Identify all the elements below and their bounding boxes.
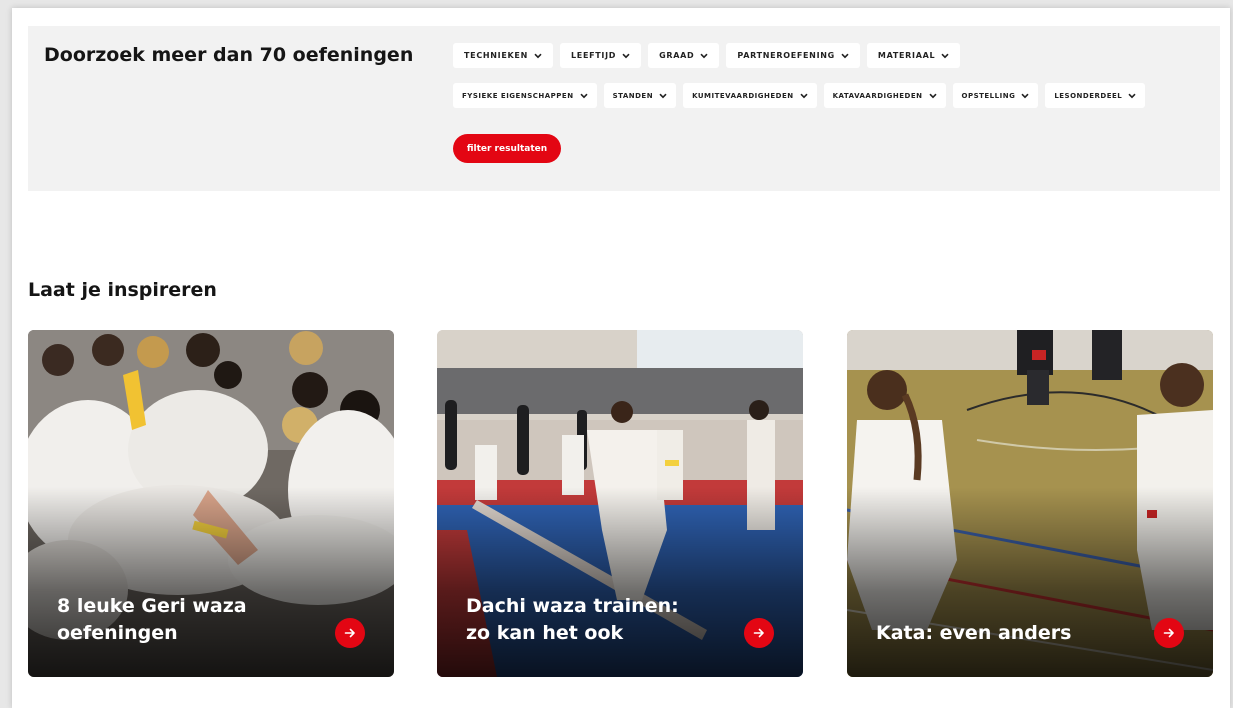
chevron-down-icon	[928, 93, 937, 98]
filter-dropdown-katavaardigheden[interactable]: KATAVAARDIGHEDEN	[823, 83, 946, 108]
chevron-down-icon	[941, 53, 949, 58]
arrow-right-icon[interactable]	[1154, 618, 1184, 648]
filter-dropdown-lesonderdeel[interactable]: LESONDERDEEL	[1045, 83, 1146, 108]
card-shade	[847, 487, 1213, 677]
search-title: Doorzoek meer dan 70 oefeningen	[44, 44, 414, 66]
chevron-down-icon	[700, 53, 708, 58]
arrow-right-icon[interactable]	[744, 618, 774, 648]
filter-dropdown-partneroefening[interactable]: PARTNEROEFENING	[726, 43, 860, 68]
filter-row-secondary: FYSIEKE EIGENSCHAPPEN STANDEN KUMITEVAAR…	[453, 83, 1146, 108]
filter-label: FYSIEKE EIGENSCHAPPEN	[462, 91, 574, 100]
filter-label: LEEFTIJD	[570, 51, 617, 60]
filter-label: TECHNIEKEN	[464, 51, 528, 60]
chevron-down-icon	[1021, 93, 1029, 98]
inspiration-title: Laat je inspireren	[28, 279, 217, 301]
filter-label: OPSTELLING	[961, 91, 1016, 100]
chevron-down-icon	[622, 53, 630, 58]
filter-dropdown-fysieke-eigenschappen[interactable]: FYSIEKE EIGENSCHAPPEN	[453, 83, 597, 108]
chevron-down-icon	[534, 53, 542, 58]
card-shade	[28, 487, 394, 677]
filter-label: KATAVAARDIGHEDEN	[832, 91, 923, 100]
filter-dropdown-technieken[interactable]: TECHNIEKEN	[453, 43, 553, 68]
filter-row-primary: TECHNIEKEN LEEFTIJD GRAAD PARTNEROEFENIN…	[453, 43, 961, 68]
inspiration-card-dachi-waza[interactable]: Dachi waza trainen: zo kan het ook	[437, 330, 803, 677]
inspiration-card-kata[interactable]: Kata: even anders	[847, 330, 1213, 677]
filter-label: MATERIAAL	[877, 51, 936, 60]
arrow-right-icon[interactable]	[335, 618, 365, 648]
filter-dropdown-standen[interactable]: STANDEN	[603, 83, 677, 108]
card-shade	[437, 487, 803, 677]
filter-dropdown-opstelling[interactable]: OPSTELLING	[952, 83, 1039, 108]
card-title: 8 leuke Geri waza oefeningen	[57, 595, 247, 644]
chevron-down-icon	[841, 53, 849, 58]
inspiration-card-geri-waza[interactable]: 8 leuke Geri waza oefeningen	[28, 330, 394, 677]
filter-label: GRAAD	[659, 51, 695, 60]
chevron-down-icon	[579, 93, 588, 98]
card-title: Dachi waza trainen: zo kan het ook	[466, 595, 679, 644]
chevron-down-icon	[800, 93, 808, 98]
filter-dropdown-kumitevaardigheden[interactable]: KUMITEVAARDIGHEDEN	[683, 83, 817, 108]
card-title: Kata: even anders	[876, 622, 1072, 644]
filter-label: KUMITEVAARDIGHEDEN	[692, 91, 794, 100]
filter-label: PARTNEROEFENING	[737, 51, 835, 60]
filter-panel: Doorzoek meer dan 70 oefeningen TECHNIEK…	[28, 26, 1220, 191]
filter-label: STANDEN	[612, 91, 654, 100]
filter-dropdown-leeftijd[interactable]: LEEFTIJD	[559, 43, 642, 68]
page: Doorzoek meer dan 70 oefeningen TECHNIEK…	[12, 8, 1230, 708]
filter-label: LESONDERDEEL	[1054, 91, 1123, 100]
filter-dropdown-graad[interactable]: GRAAD	[648, 43, 720, 68]
chevron-down-icon	[659, 93, 667, 98]
filter-dropdown-materiaal[interactable]: MATERIAAL	[866, 43, 961, 68]
filter-results-button[interactable]: filter resultaten	[453, 134, 561, 163]
chevron-down-icon	[1128, 93, 1136, 98]
